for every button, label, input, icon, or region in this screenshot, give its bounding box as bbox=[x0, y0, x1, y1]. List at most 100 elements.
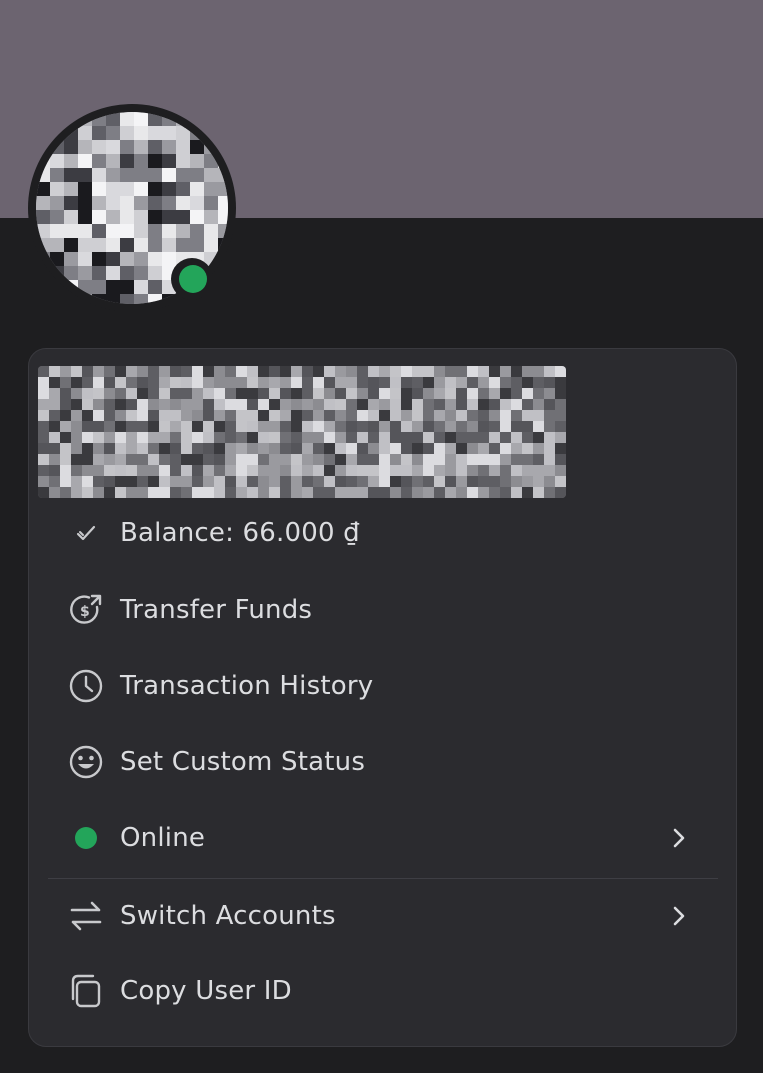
pixel-block bbox=[192, 443, 203, 454]
pixel-block bbox=[49, 377, 60, 388]
pixel-block bbox=[412, 388, 423, 399]
menu-divider bbox=[48, 878, 718, 879]
pixel-block bbox=[368, 410, 379, 421]
transfer-funds-item[interactable]: $ Transfer Funds bbox=[48, 577, 718, 643]
copy-user-id-item[interactable]: Copy User ID bbox=[48, 958, 718, 1024]
pixel-block bbox=[60, 377, 71, 388]
pixel-block bbox=[106, 112, 120, 126]
transfer-funds-label: Transfer Funds bbox=[120, 595, 313, 625]
pixel-block bbox=[181, 421, 192, 432]
pixel-block bbox=[390, 432, 401, 443]
pixel-block bbox=[346, 443, 357, 454]
pixel-block bbox=[176, 154, 190, 168]
pixel-block bbox=[50, 238, 64, 252]
pixel-block bbox=[258, 388, 269, 399]
pixel-block bbox=[218, 140, 228, 154]
pixel-block bbox=[120, 126, 134, 140]
pixel-block bbox=[280, 399, 291, 410]
pixel-block bbox=[64, 252, 78, 266]
pixel-block bbox=[78, 126, 92, 140]
pixel-block bbox=[134, 112, 148, 126]
pixel-block bbox=[218, 210, 228, 224]
pixel-block bbox=[324, 410, 335, 421]
pixel-block bbox=[390, 410, 401, 421]
pixel-block bbox=[258, 454, 269, 465]
pixel-block bbox=[38, 366, 49, 377]
pixel-block bbox=[162, 112, 176, 126]
pixel-block bbox=[500, 454, 511, 465]
pixel-block bbox=[555, 377, 566, 388]
pixel-block bbox=[522, 421, 533, 432]
balance-item[interactable]: Balance: 66.000 ₫ bbox=[48, 500, 718, 566]
pixel-block bbox=[236, 487, 247, 498]
pixel-block bbox=[218, 168, 228, 182]
pixel-block bbox=[204, 140, 218, 154]
pixel-block bbox=[120, 210, 134, 224]
pixel-block bbox=[258, 465, 269, 476]
pixel-block bbox=[203, 410, 214, 421]
pixel-block bbox=[544, 366, 555, 377]
pixel-block bbox=[533, 366, 544, 377]
pixel-block bbox=[423, 366, 434, 377]
pixel-block bbox=[214, 377, 225, 388]
pixel-block bbox=[412, 421, 423, 432]
pixel-block bbox=[214, 476, 225, 487]
pixel-block bbox=[324, 399, 335, 410]
pixel-block bbox=[368, 476, 379, 487]
pixel-block bbox=[60, 454, 71, 465]
pixel-block bbox=[500, 366, 511, 377]
switch-accounts-item[interactable]: Switch Accounts bbox=[48, 883, 718, 949]
pixel-block bbox=[445, 432, 456, 443]
pixel-block bbox=[280, 432, 291, 443]
pixel-block bbox=[50, 196, 64, 210]
pixel-block bbox=[134, 224, 148, 238]
pixel-block bbox=[162, 252, 176, 266]
pixel-block bbox=[176, 140, 190, 154]
transaction-history-item[interactable]: Transaction History bbox=[48, 653, 718, 719]
pixel-block bbox=[434, 465, 445, 476]
online-status-item[interactable]: Online bbox=[48, 805, 718, 871]
pixel-block bbox=[106, 182, 120, 196]
pixel-block bbox=[50, 280, 64, 294]
pixel-block bbox=[434, 487, 445, 498]
pixel-block bbox=[335, 399, 346, 410]
pixel-block bbox=[247, 421, 258, 432]
pixel-block bbox=[162, 210, 176, 224]
pixel-block bbox=[82, 366, 93, 377]
set-custom-status-item[interactable]: Set Custom Status bbox=[48, 729, 718, 795]
pixel-block bbox=[390, 388, 401, 399]
pixel-block bbox=[489, 377, 500, 388]
pixel-block bbox=[467, 465, 478, 476]
pixel-block bbox=[533, 377, 544, 388]
pixel-block bbox=[115, 388, 126, 399]
pixel-block bbox=[225, 432, 236, 443]
pixel-block bbox=[181, 443, 192, 454]
pixel-block bbox=[159, 421, 170, 432]
pixel-block bbox=[346, 476, 357, 487]
pixel-block bbox=[93, 454, 104, 465]
pixel-block bbox=[522, 443, 533, 454]
pixel-block bbox=[434, 399, 445, 410]
pixel-block bbox=[357, 476, 368, 487]
pixel-block bbox=[544, 454, 555, 465]
pixel-block bbox=[134, 294, 148, 304]
pixel-block bbox=[49, 432, 60, 443]
chevron-right-icon bbox=[666, 903, 692, 929]
pixel-block bbox=[401, 410, 412, 421]
pixel-block bbox=[50, 252, 64, 266]
pixel-block bbox=[236, 366, 247, 377]
pixel-block bbox=[247, 432, 258, 443]
pixel-block bbox=[203, 465, 214, 476]
pixel-block bbox=[104, 399, 115, 410]
pixel-block bbox=[247, 388, 258, 399]
online-status-icon bbox=[179, 265, 207, 293]
pixel-block bbox=[357, 377, 368, 388]
pixel-block bbox=[106, 252, 120, 266]
pixel-block bbox=[64, 168, 78, 182]
pixel-block bbox=[500, 388, 511, 399]
pixel-block bbox=[126, 432, 137, 443]
pixel-block bbox=[412, 432, 423, 443]
pixel-block bbox=[148, 126, 162, 140]
pixel-block bbox=[60, 443, 71, 454]
pixel-block bbox=[181, 476, 192, 487]
